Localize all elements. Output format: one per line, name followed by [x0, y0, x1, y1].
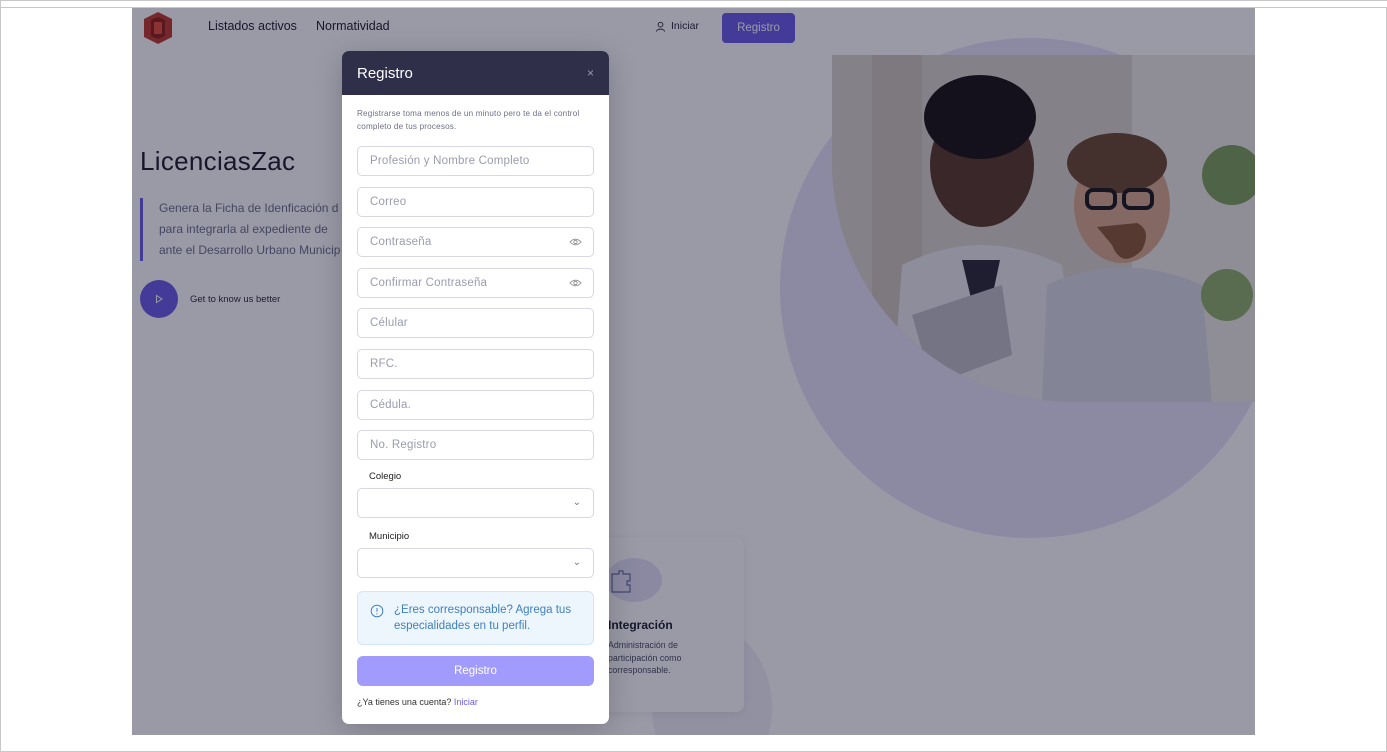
modal-body: Registrarse toma menos de un minuto pero… [342, 95, 609, 707]
page-viewport: Listados activos Normatividad Iniciar Re… [132, 8, 1255, 735]
modal-backdrop[interactable] [132, 8, 1255, 735]
modal-title: Registro [357, 64, 413, 82]
password-input[interactable] [370, 236, 581, 249]
frame-top-bar [1, 1, 1387, 8]
chevron-down-icon: ⌄ [572, 496, 581, 508]
password-field[interactable] [357, 227, 594, 258]
municipio-select[interactable]: ⌄ [357, 547, 594, 578]
login-link-footer[interactable]: Iniciar [454, 697, 478, 707]
colegio-select[interactable]: ⌄ [357, 487, 594, 518]
cedula-input[interactable] [370, 398, 581, 411]
email-field[interactable] [357, 186, 594, 217]
email-input[interactable] [370, 195, 581, 208]
municipio-label: Municipio [369, 530, 410, 542]
register-modal: Registro × Registrarse toma menos de un … [342, 51, 609, 724]
eye-icon[interactable] [569, 278, 582, 288]
name-input[interactable] [370, 155, 581, 167]
confirm-password-field[interactable] [357, 267, 594, 298]
chevron-down-icon: ⌄ [572, 556, 581, 568]
modal-footer: ¿Ya tienes una cuenta? Iniciar [357, 697, 594, 707]
phone-input[interactable] [370, 317, 581, 330]
footer-text: ¿Ya tienes una cuenta? [357, 696, 452, 707]
name-field[interactable] [357, 146, 594, 176]
confirm-password-input[interactable] [370, 276, 581, 289]
cedula-field[interactable] [357, 389, 594, 420]
register-submit-button[interactable]: Registro [357, 655, 594, 686]
registro-input[interactable] [370, 439, 581, 452]
phone-field[interactable] [357, 308, 594, 339]
registro-field[interactable] [357, 430, 594, 461]
modal-intro: Registrarse toma menos de un minuto pero… [357, 109, 580, 131]
eye-icon[interactable] [569, 237, 582, 247]
browser-frame: Listados activos Normatividad Iniciar Re… [0, 0, 1387, 752]
rfc-input[interactable] [370, 357, 581, 370]
rfc-field[interactable] [357, 348, 594, 379]
alert-text: ¿Eres corresponsable? Agrega tus especia… [394, 603, 572, 632]
colegio-label: Colegio [369, 470, 402, 482]
modal-header: Registro × [342, 51, 609, 95]
info-icon [370, 604, 384, 618]
info-alert: ¿Eres corresponsable? Agrega tus especia… [357, 590, 594, 645]
close-icon[interactable]: × [587, 66, 594, 80]
